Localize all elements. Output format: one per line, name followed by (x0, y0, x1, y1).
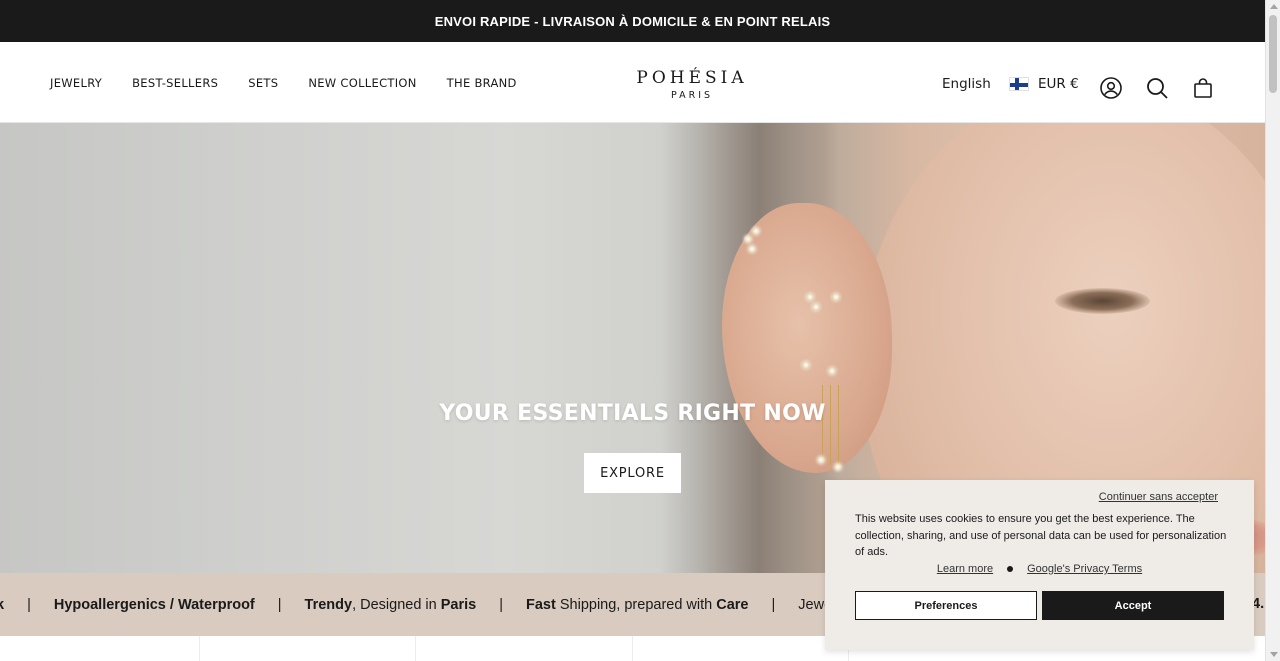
explore-button[interactable]: EXPLORE (584, 453, 681, 493)
language-selector[interactable]: English (942, 76, 991, 92)
site-header: JEWELRY BEST-SELLERS SETS NEW COLLECTION… (0, 42, 1265, 123)
brand-sub: PARIS (670, 90, 714, 101)
ticker-item: Fast Shipping, prepared with Care (526, 596, 749, 613)
cart-icon[interactable] (1190, 75, 1216, 101)
search-icon[interactable] (1144, 75, 1170, 101)
currency-label: EUR € (1038, 76, 1079, 92)
continue-without-accepting-link[interactable]: Continuer sans accepter (1099, 491, 1218, 503)
ticker-item: Trendy, Designed in Paris (304, 596, 477, 613)
cookie-links: Learn more Google's Privacy Terms (825, 563, 1254, 575)
nav-item-sets[interactable]: SETS (248, 76, 278, 90)
main-nav: JEWELRY BEST-SELLERS SETS NEW COLLECTION… (50, 42, 517, 123)
ticker-separator: | (277, 596, 282, 613)
page-scrollbar[interactable] (1265, 0, 1280, 661)
ticker-separator: | (499, 596, 504, 613)
ticker-separator: | (27, 596, 31, 613)
learn-more-link[interactable]: Learn more (937, 563, 993, 575)
nav-item-jewelry[interactable]: JEWELRY (50, 76, 102, 90)
scroll-up-arrow-icon[interactable] (1270, 4, 1278, 9)
nav-item-new-collection[interactable]: NEW COLLECTION (308, 76, 416, 90)
scroll-thumb[interactable] (1269, 15, 1277, 93)
ticker-track: k | Hypoallergenics / Waterproof | Trend… (0, 573, 832, 636)
accept-button[interactable]: Accept (1042, 591, 1224, 620)
announcement-bar: ENVOI RAPIDE - LIVRAISON À DOMICILE & EN… (0, 0, 1265, 42)
finland-flag-icon (1009, 77, 1029, 91)
privacy-terms-link[interactable]: Google's Privacy Terms (1027, 563, 1142, 575)
nav-item-best-sellers[interactable]: BEST-SELLERS (132, 76, 218, 90)
nav-item-the-brand[interactable]: THE BRAND (447, 76, 517, 90)
brand-name: POHÉSIA (636, 68, 748, 88)
preferences-button[interactable]: Preferences (855, 591, 1037, 620)
announcement-text: ENVOI RAPIDE - LIVRAISON À DOMICILE & EN… (434, 13, 831, 29)
scroll-down-arrow-icon[interactable] (1270, 652, 1278, 657)
currency-selector[interactable]: EUR € (1009, 76, 1079, 92)
cookie-message: This website uses cookies to ensure you … (855, 513, 1227, 558)
ticker-separator: | (771, 596, 776, 613)
ticker-item: k (0, 596, 5, 613)
hero-title: YOUR ESSENTIALS RIGHT NOW (439, 401, 826, 426)
cookie-banner: Continuer sans accepter This website use… (825, 480, 1254, 650)
brand-logo[interactable]: POHÉSIA PARIS (622, 68, 762, 101)
bullet-separator (1007, 566, 1014, 572)
ticker-item: Hypoallergenics / Waterproof (53, 596, 255, 613)
account-icon[interactable] (1098, 75, 1124, 101)
